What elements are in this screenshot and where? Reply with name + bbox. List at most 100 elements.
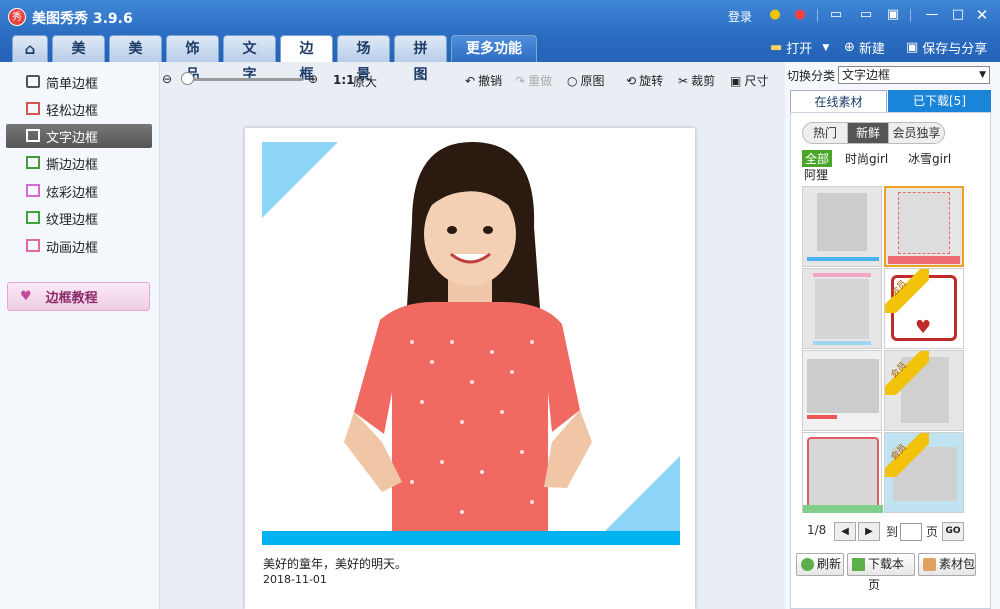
sidebar-item-label: 简单边框	[46, 76, 99, 92]
crop-button[interactable]: ✂ 裁剪	[678, 72, 715, 89]
frame-tutorial-button[interactable]: ♥ 边框教程	[7, 282, 150, 311]
maximize-icon[interactable]: □	[950, 8, 966, 22]
tab-collage[interactable]: 拼图	[394, 35, 447, 83]
frame-bottom-bar	[262, 531, 680, 545]
prev-page-button[interactable]: ◀	[834, 522, 856, 541]
frame-thumbnail[interactable]	[802, 268, 882, 349]
material-pack-label: 素材包	[939, 557, 976, 571]
frame-icon	[26, 184, 40, 197]
sidebar-item-label: 轻松边框	[46, 103, 99, 119]
frame-caption[interactable]: 美好的童年，美好的明天。	[263, 555, 407, 572]
go-button[interactable]: GO	[942, 522, 964, 541]
dropdown-arrow-icon: ▼	[979, 70, 986, 80]
zoom-in-icon[interactable]: ⊕	[308, 72, 318, 86]
tab-decorations[interactable]: 饰品	[166, 35, 219, 83]
save-label: 保存与分享	[922, 42, 988, 57]
page-unit-label: 页	[926, 525, 939, 539]
skin-icon[interactable]: ▭	[828, 8, 844, 22]
category-select[interactable]: 文字边框 ▼	[838, 66, 990, 84]
chevron-down-icon[interactable]: ▼	[822, 43, 829, 53]
tab-downloaded[interactable]: 已下载[5]	[888, 90, 991, 112]
minimize-icon[interactable]: —	[924, 8, 940, 22]
rotate-button[interactable]: ⟲ 旋转	[626, 72, 663, 89]
open-button[interactable]: ▬ 打开 ▼	[770, 38, 829, 57]
frame-thumbnail[interactable]	[802, 350, 882, 431]
switch-category-label: 切换分类	[787, 69, 836, 83]
sidebar-item-text-frame[interactable]: 文字边框	[6, 124, 152, 148]
new-button[interactable]: ⊕ 新建	[844, 38, 885, 57]
frame-thumbnail[interactable]	[802, 186, 882, 267]
filter-hot[interactable]: 热门	[802, 122, 848, 144]
qq-icon[interactable]: ●	[767, 8, 783, 22]
sidebar-item-animated-frame[interactable]: 动画边框	[6, 234, 152, 258]
filter-new[interactable]: 新鲜	[847, 122, 889, 144]
zoom-slider-handle[interactable]	[181, 72, 194, 85]
tutorial-label: 边框教程	[45, 291, 98, 306]
frame-thumbnail-vip[interactable]: 会员	[884, 350, 964, 431]
rotate-label: 旋转	[639, 74, 664, 88]
sidebar-item-label: 文字边框	[46, 130, 99, 146]
tag-all[interactable]: 全部	[802, 150, 833, 167]
new-label: 新建	[858, 42, 885, 57]
frame-icon	[26, 211, 40, 224]
message-icon[interactable]: ▭	[858, 8, 874, 22]
refresh-icon	[801, 558, 814, 571]
page-indicator: 1/8	[807, 523, 827, 537]
download-page-button[interactable]: 下载本页	[847, 553, 915, 592]
filter-vip[interactable]: 会员独享	[888, 122, 945, 144]
frame-date[interactable]: 2018-11-01	[263, 573, 327, 586]
framed-photo[interactable]	[262, 142, 680, 532]
heart-icon: ♥	[915, 317, 932, 338]
tab-frame[interactable]: 边框	[280, 35, 333, 83]
frame-thumbnail-vip[interactable]: ♥ 会员	[884, 268, 964, 349]
material-pack-button[interactable]: 素材包	[918, 553, 976, 576]
tab-more-features[interactable]: 更多功能 ▼	[451, 35, 537, 81]
tag-fashion-girl[interactable]: 时尚girl	[845, 150, 888, 167]
redo-button[interactable]: ↷ 重做	[515, 72, 552, 89]
ratio-button[interactable]: 1:1	[333, 73, 355, 87]
frame-icon	[26, 102, 40, 115]
sidebar-item-texture-frame[interactable]: 纹理边框	[6, 206, 152, 230]
redo-label: 重做	[528, 74, 553, 88]
original-image-button[interactable]: ○ 原图	[567, 72, 605, 89]
download-icon	[852, 558, 865, 571]
sidebar-item-simple-frame[interactable]: 简单边框	[6, 70, 152, 94]
sidebar-item-label: 撕边边框	[46, 157, 99, 173]
zoom-out-icon[interactable]: ⊖	[162, 72, 172, 86]
tab-text[interactable]: 文字	[223, 35, 276, 83]
frame-thumbnail[interactable]	[802, 432, 883, 513]
frame-thumbnail-selected[interactable]	[884, 186, 964, 267]
folder-icon: ▬	[770, 40, 783, 55]
scissors-icon: ✂	[678, 73, 689, 88]
original-size-button[interactable]: 原大	[353, 73, 377, 90]
refresh-button[interactable]: 刷新	[796, 553, 844, 576]
tab-online-materials[interactable]: 在线素材	[790, 90, 887, 112]
feedback-icon[interactable]: ▣	[885, 8, 901, 22]
tab-beautify[interactable]: 美化	[52, 35, 105, 83]
undo-button[interactable]: ↶ 撤销	[465, 72, 502, 89]
separator	[817, 9, 818, 22]
close-icon[interactable]: ✕	[974, 8, 990, 23]
category-value: 文字边框	[842, 68, 891, 82]
size-button[interactable]: ▣ 尺寸	[730, 72, 768, 89]
undo-label: 撤销	[478, 74, 503, 88]
circle-icon: ○	[567, 73, 578, 88]
sidebar-item-torn-frame[interactable]: 撕边边框	[6, 151, 152, 175]
save-share-button[interactable]: ▣ 保存与分享	[906, 38, 987, 57]
weibo-icon[interactable]: ●	[792, 8, 808, 22]
tab-scene[interactable]: 场景	[337, 35, 390, 83]
sidebar-item-colorful-frame[interactable]: 炫彩边框	[6, 179, 152, 203]
open-label: 打开	[786, 42, 813, 57]
tab-beauty[interactable]: 美容	[109, 35, 162, 83]
sidebar-item-easy-frame[interactable]: 轻松边框	[6, 97, 152, 121]
frame-icon	[26, 239, 40, 252]
frame-thumbnail-vip[interactable]: 会员	[884, 432, 964, 513]
next-page-button[interactable]: ▶	[858, 522, 880, 541]
page-number-input[interactable]	[900, 523, 922, 541]
tab-home[interactable]: ⌂	[12, 35, 48, 62]
tag-ali[interactable]: 阿狸	[804, 166, 828, 183]
separator	[910, 9, 911, 22]
zoom-slider[interactable]	[185, 78, 303, 81]
tag-ice-girl[interactable]: 冰雪girl	[908, 150, 951, 167]
login-link[interactable]: 登录	[728, 6, 752, 26]
